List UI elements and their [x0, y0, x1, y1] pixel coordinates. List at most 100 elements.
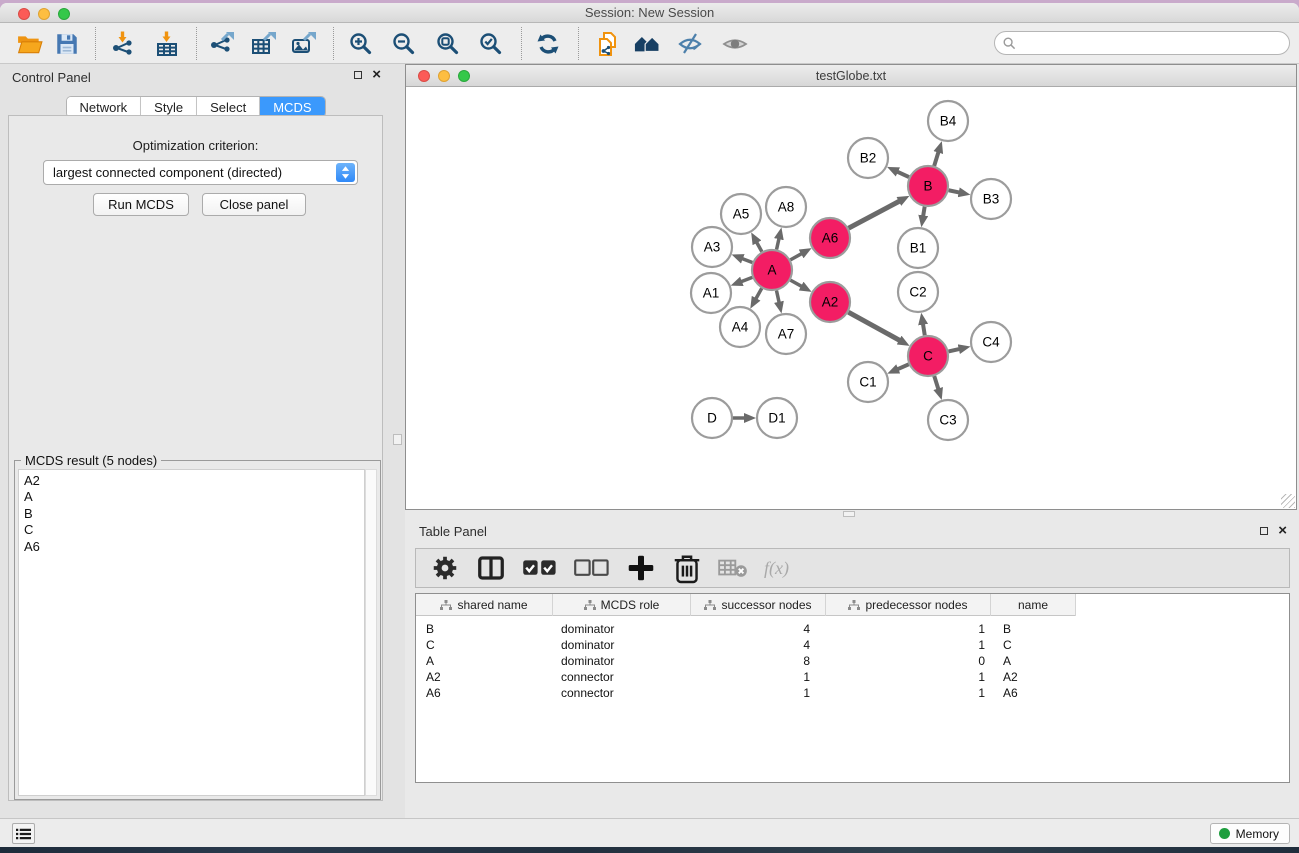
table-row[interactable]: Cdominator41C [416, 637, 1076, 653]
graph-edge-B-B4[interactable] [934, 152, 938, 166]
column-header-successor-nodes[interactable]: successor nodes [691, 594, 826, 616]
table-row[interactable]: A2connector11A2 [416, 669, 1076, 685]
status-bar: Memory [0, 818, 1299, 847]
graph-edge-B-B2[interactable] [897, 172, 909, 178]
table-cell: 1 [691, 669, 826, 685]
vertical-splitter[interactable] [391, 64, 405, 818]
search-input[interactable] [1016, 36, 1289, 50]
column-header-name[interactable]: name [991, 594, 1076, 616]
mcds-result-item[interactable]: A [24, 489, 364, 505]
graph-edge-C-C2[interactable] [923, 324, 925, 336]
zoom-fit-button[interactable] [434, 30, 462, 58]
graph-edge-A-A5[interactable] [756, 242, 761, 252]
export-image-button[interactable] [289, 30, 317, 58]
memory-button[interactable]: Memory [1210, 823, 1290, 844]
tab-mcds[interactable]: MCDS [260, 97, 324, 117]
column-label: name [1018, 598, 1048, 612]
optimization-select[interactable]: largest connected component (directed) [43, 160, 358, 185]
float-panel-icon[interactable] [354, 71, 362, 79]
graph-node-label: B3 [983, 192, 1000, 207]
tab-network[interactable]: Network [66, 97, 141, 117]
graph-node-label: A8 [778, 200, 795, 215]
close-panel-icon[interactable]: × [1278, 526, 1287, 536]
mcds-result-item[interactable]: A6 [24, 539, 364, 555]
table-cell: C [991, 637, 1076, 653]
table-cell: 8 [691, 653, 826, 669]
horizontal-splitter[interactable] [405, 510, 1299, 518]
select-all-button[interactable] [522, 555, 558, 581]
graph-edge-C-C4[interactable] [948, 349, 959, 352]
control-panel: Control Panel × NetworkStyleSelectMCDS O… [0, 64, 391, 818]
close-panel-button[interactable]: Close panel [202, 193, 306, 216]
copy-network-button[interactable] [594, 30, 622, 58]
table-settings-button[interactable] [430, 555, 460, 581]
mcds-result-item[interactable]: C [24, 522, 364, 538]
graph-edge-B-B1[interactable] [923, 207, 925, 217]
show-details-button[interactable] [721, 30, 749, 58]
zoom-selected-button[interactable] [477, 30, 505, 58]
graph-node-label: C2 [909, 285, 926, 300]
save-session-button[interactable] [53, 30, 81, 58]
network-canvas[interactable]: AA1A2A3A4A5A6A7A8BB1B2B3B4CC1C2C3C4DD1 [406, 87, 1296, 509]
table-cell: A2 [991, 669, 1076, 685]
graph-edge-A-A7[interactable] [776, 291, 779, 303]
table-row[interactable]: Adominator80A [416, 653, 1076, 669]
export-table-button[interactable] [249, 30, 277, 58]
table-cell: A6 [416, 685, 553, 701]
graph-edge-A6-B[interactable] [849, 201, 900, 228]
select-stepper-icon [336, 163, 355, 182]
graph-edge-A-A6[interactable] [790, 253, 802, 259]
graph-edge-A-A4[interactable] [756, 288, 762, 299]
mcds-result-item[interactable]: A2 [24, 473, 364, 489]
zoom-out-button[interactable] [390, 30, 418, 58]
function-builder-button[interactable]: f(x) [764, 558, 789, 579]
delete-table-button[interactable] [718, 555, 748, 581]
table-row[interactable]: A6connector11A6 [416, 685, 1076, 701]
close-panel-icon[interactable]: × [372, 70, 381, 80]
column-header-shared-name[interactable]: shared name [416, 594, 553, 616]
hide-details-button[interactable] [676, 30, 704, 58]
search-field[interactable] [994, 31, 1290, 55]
import-table-button[interactable] [153, 30, 181, 58]
resize-grip-icon[interactable] [1281, 494, 1295, 508]
export-network-button[interactable] [208, 30, 236, 58]
splitter-grip[interactable] [393, 434, 402, 445]
open-session-button[interactable] [16, 30, 44, 58]
mcds-result-item[interactable]: B [24, 506, 364, 522]
toggle-panes-button[interactable] [476, 555, 506, 581]
refresh-button[interactable] [534, 30, 562, 58]
graph-node-label: B [923, 179, 932, 194]
task-history-button[interactable] [12, 823, 35, 844]
import-network-button[interactable] [109, 30, 137, 58]
tab-select[interactable]: Select [197, 97, 260, 117]
graph-edge-C-C3[interactable] [934, 376, 938, 389]
graph-node-label: C3 [939, 413, 956, 428]
float-panel-icon[interactable] [1260, 527, 1268, 535]
home-views-button[interactable] [633, 30, 661, 58]
graph-edge-A-A2[interactable] [790, 280, 802, 286]
splitter-grip[interactable] [843, 511, 855, 517]
add-column-button[interactable] [626, 555, 656, 581]
table-cell: A2 [416, 669, 553, 685]
graph-edge-A-A3[interactable] [742, 258, 753, 262]
graph-edge-A-A1[interactable] [741, 277, 752, 281]
node-table: shared nameMCDS rolesuccessor nodesprede… [415, 593, 1290, 783]
graph-edge-B-B3[interactable] [949, 190, 960, 192]
column-header-MCDS-role[interactable]: MCDS role [553, 594, 691, 616]
graph-edge-A-A8[interactable] [777, 238, 780, 249]
import-network-icon [110, 31, 136, 57]
eye-slash-icon [677, 31, 703, 57]
graph-node-label: A [767, 263, 776, 278]
run-mcds-button[interactable]: Run MCDS [93, 193, 189, 216]
zoom-in-button[interactable] [347, 30, 375, 58]
delete-column-button[interactable] [672, 555, 702, 581]
graph-edge-A2-C[interactable] [848, 312, 900, 340]
table-row[interactable]: Bdominator41B [416, 621, 1076, 637]
control-panel-title: Control Panel [12, 70, 91, 85]
column-header-predecessor-nodes[interactable]: predecessor nodes [826, 594, 991, 616]
result-scrollbar[interactable] [365, 469, 377, 796]
deselect-all-button[interactable] [574, 555, 610, 581]
graph-edge-C-C1[interactable] [897, 364, 908, 369]
tab-style[interactable]: Style [141, 97, 197, 117]
table-cell: C [416, 637, 553, 653]
